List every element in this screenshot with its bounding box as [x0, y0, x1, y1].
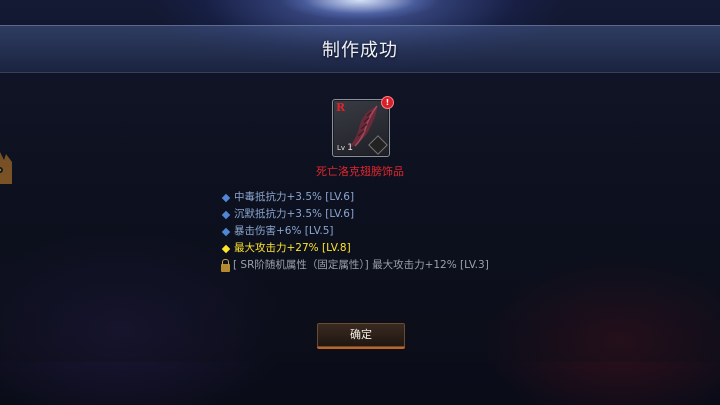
stat-row: 中毒抵抗力+3.5% [LV.6]: [221, 189, 489, 206]
diamond-bullet-icon: [221, 227, 231, 236]
lock-icon: [221, 258, 230, 272]
stat-text: 暴击伤害+6% [LV.5]: [234, 225, 334, 237]
stat-row-locked: [ SR阶随机属性（固定属性）] 最大攻击力+12% [LV.3]: [221, 257, 489, 274]
item-name: 死亡洛克翅膀饰品: [316, 165, 404, 178]
confirm-button[interactable]: 确定: [317, 323, 405, 347]
stat-list: 中毒抵抗力+3.5% [LV.6] 沉默抵抗力+3.5% [LV.6] 暴击伤害…: [221, 189, 489, 274]
stat-text: 中毒抵抗力+3.5% [LV.6]: [234, 191, 355, 203]
stat-text: [ SR阶随机属性（固定属性）] 最大攻击力+12% [LV.3]: [233, 259, 489, 271]
diamond-bullet-icon: [221, 210, 231, 219]
top-light-glow: [280, 0, 440, 22]
rank-badge: R: [336, 101, 346, 114]
diamond-bullet-icon: [221, 193, 231, 202]
item-slot[interactable]: R ! Lv 1: [332, 96, 394, 157]
item-level: Lv 1: [337, 143, 354, 153]
stat-text: 最大攻击力+27% [LV.8]: [234, 242, 351, 254]
dialog-title: 制作成功: [322, 40, 398, 61]
stat-row: 暴击伤害+6% [LV.5]: [221, 223, 489, 240]
stat-row-highlight: 最大攻击力+27% [LV.8]: [221, 240, 489, 257]
stat-row: 沉默抵抗力+3.5% [LV.6]: [221, 206, 489, 223]
stat-text: 沉默抵抗力+3.5% [LV.6]: [234, 208, 355, 220]
diamond-bullet-icon: [221, 244, 231, 253]
dialog-title-bar: 制作成功: [0, 25, 720, 73]
